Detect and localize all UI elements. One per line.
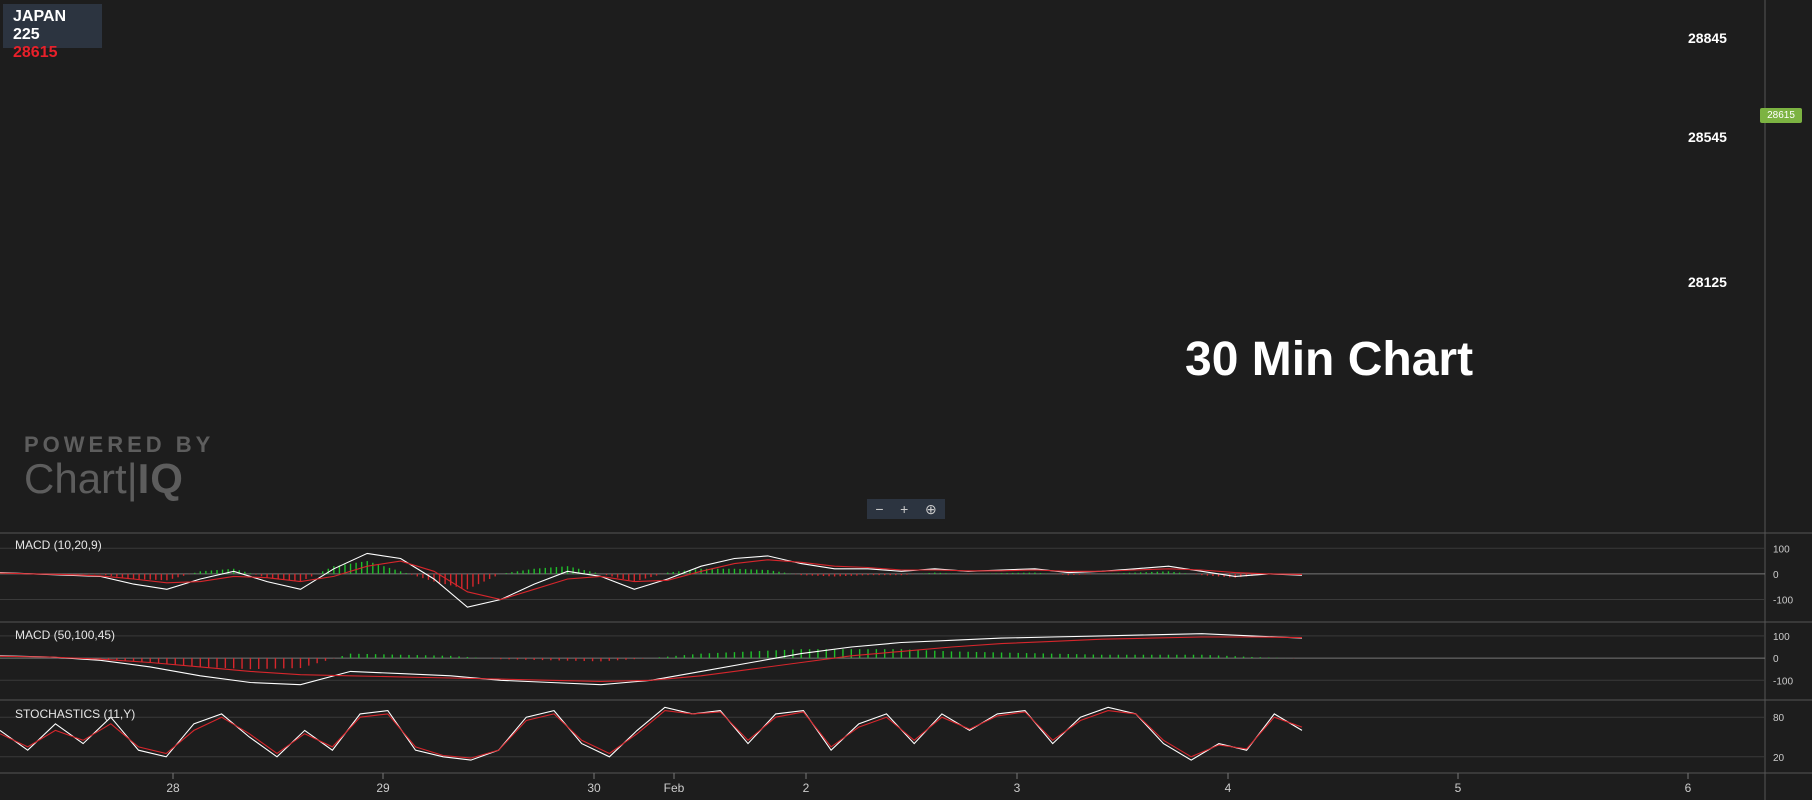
x-tick-label: 4 — [1225, 781, 1232, 795]
macd-slow-y-tick: 0 — [1773, 654, 1779, 665]
logo-part-chart: Chart — [24, 455, 127, 502]
chartiq-logo: Chart|IQ — [24, 455, 184, 502]
stochastics-y-tick: 80 — [1773, 713, 1785, 724]
level-label-low: 28125 — [1688, 274, 1727, 290]
x-tick-label: 6 — [1685, 781, 1692, 795]
macd-fast-y-tick: 100 — [1773, 544, 1790, 555]
x-tick-label: 29 — [376, 781, 390, 795]
stochastics-signal-line — [0, 710, 1303, 759]
zoom-in-button[interactable]: + — [900, 501, 908, 517]
x-tick-label: 30 — [587, 781, 601, 795]
macd-slow-label: MACD (50,100,45) — [15, 628, 116, 642]
x-tick-label: 2 — [803, 781, 810, 795]
ticker-symbol: JAPAN 225 — [13, 8, 67, 43]
macd-slow-y-tick: -100 — [1773, 676, 1793, 687]
x-tick-label: 28 — [166, 781, 180, 795]
stochastics-label: STOCHASTICS (11,Y) — [15, 707, 136, 721]
macd-slow-main-line — [0, 633, 1303, 686]
macd-fast-y-tick: -100 — [1773, 596, 1793, 607]
current-price-badge: 28615 — [1760, 108, 1802, 123]
macd-slow-y-tick: 100 — [1773, 632, 1790, 643]
zoom-out-button[interactable]: − — [875, 501, 883, 517]
chart-title-label: 30 Min Chart — [1185, 333, 1474, 386]
x-tick-label: Feb — [664, 781, 685, 795]
macd-fast-label: MACD (10,20,9) — [15, 538, 102, 552]
level-label-mid: 28545 — [1688, 129, 1727, 145]
zoom-controls: − + ⊕ — [867, 499, 945, 519]
stochastics-main-line — [0, 706, 1303, 761]
zoom-reset-button[interactable]: ⊕ — [925, 501, 937, 518]
logo-part-iq: IQ — [137, 455, 184, 502]
macd-fast-y-tick: 0 — [1773, 570, 1779, 581]
ticker-box: JAPAN 225 28615 — [3, 4, 102, 61]
chart-canvas[interactable]: 287502850028250280002775027500282930Feb2… — [0, 0, 1812, 800]
stochastics-y-tick: 20 — [1773, 753, 1785, 764]
macd-fast-signal-line — [0, 559, 1303, 601]
x-tick-label: 5 — [1455, 781, 1462, 795]
level-label-high: 28845 — [1688, 30, 1727, 46]
ticker-price: 28615 — [13, 44, 58, 61]
x-tick-label: 3 — [1014, 781, 1021, 795]
